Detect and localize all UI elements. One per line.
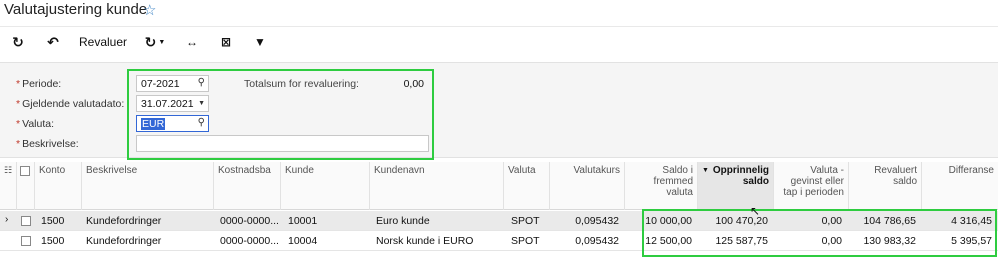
title-bar: Valutajustering kunde ☆ xyxy=(0,0,998,26)
cell-valutakurs: 0,095432 xyxy=(575,215,619,227)
mouse-cursor-icon: ↖ xyxy=(750,204,761,218)
cell-kunde[interactable]: 10001 xyxy=(288,215,317,227)
col-saldo-fremmed[interactable]: Saldo i fremmed valuta xyxy=(625,162,698,210)
favorite-star-icon[interactable]: ☆ xyxy=(143,1,156,19)
periode-label: * Periode: xyxy=(16,78,62,90)
col-kunde[interactable]: Kunde xyxy=(281,162,370,210)
row-checkbox[interactable] xyxy=(21,216,31,226)
filter-icon[interactable]: ▼ xyxy=(252,33,268,51)
cell-valutakurs: 0,095432 xyxy=(575,235,619,247)
sort-desc-icon: ▼ xyxy=(702,167,709,174)
page-title: Valutajustering kunde xyxy=(4,1,148,18)
toolbar: ↻ ↶ Revaluer ↻ ▼ ↔ ⊠ ▼ xyxy=(0,26,998,56)
revaluer-button[interactable]: Revaluer xyxy=(78,33,128,51)
col-gevinst-tap[interactable]: Valuta - gevinst eller tap i perioden xyxy=(774,162,849,210)
valuta-label: * Valuta: xyxy=(16,118,55,130)
col-opprinnelig-saldo[interactable]: ▼ Opprinnelig saldo xyxy=(698,162,774,210)
cell-konto: 1500 xyxy=(41,215,65,227)
col-revaluert-saldo[interactable]: Revaluert saldo xyxy=(849,162,922,210)
cell-valuta: SPOT xyxy=(511,235,540,247)
current-row-arrow-icon: › xyxy=(5,214,9,225)
row-selector-icon[interactable]: ☷ xyxy=(0,162,17,210)
cell-beskrivelse: Kundefordringer xyxy=(86,215,162,227)
col-konto[interactable]: Konto xyxy=(35,162,82,210)
grid-header: ☷ Konto Beskrivelse Kostnadsba Kunde Kun… xyxy=(0,162,998,210)
select-all-checkbox[interactable] xyxy=(20,166,30,176)
highlight-values-box xyxy=(642,209,997,257)
col-valutakurs[interactable]: Valutakurs xyxy=(550,162,625,210)
col-kostnadssted[interactable]: Kostnadsba xyxy=(214,162,281,210)
cell-kunde[interactable]: 10004 xyxy=(288,235,317,247)
cell-kundenavn: Norsk kunde i EURO xyxy=(376,235,474,247)
recalculate-dropdown-icon[interactable]: ↻ ▼ xyxy=(142,33,168,51)
cell-valuta: SPOT xyxy=(511,215,540,227)
beskrivelse-label: * Beskrivelse: xyxy=(16,138,79,150)
select-all-checkbox-cell xyxy=(17,162,35,210)
undo-icon[interactable]: ↶ xyxy=(44,33,62,51)
dato-label: * Gjeldende valutadato: xyxy=(16,98,125,110)
fit-columns-icon[interactable]: ↔ xyxy=(183,33,201,51)
col-kundenavn[interactable]: Kundenavn xyxy=(370,162,504,210)
col-valuta[interactable]: Valuta xyxy=(504,162,550,210)
export-excel-icon[interactable]: ⊠ xyxy=(218,33,234,51)
cell-beskrivelse: Kundefordringer xyxy=(86,235,162,247)
highlight-form-box xyxy=(127,69,434,160)
col-beskrivelse[interactable]: Beskrivelse xyxy=(82,162,214,210)
cell-kundenavn: Euro kunde xyxy=(376,215,430,227)
col-differanse[interactable]: Differanse xyxy=(922,162,998,210)
row-checkbox[interactable] xyxy=(21,236,31,246)
cell-kostnadssted: 0000-0000... xyxy=(220,235,279,247)
refresh-icon[interactable]: ↻ xyxy=(10,33,26,51)
cell-kostnadssted: 0000-0000... xyxy=(220,215,279,227)
cell-konto: 1500 xyxy=(41,235,65,247)
